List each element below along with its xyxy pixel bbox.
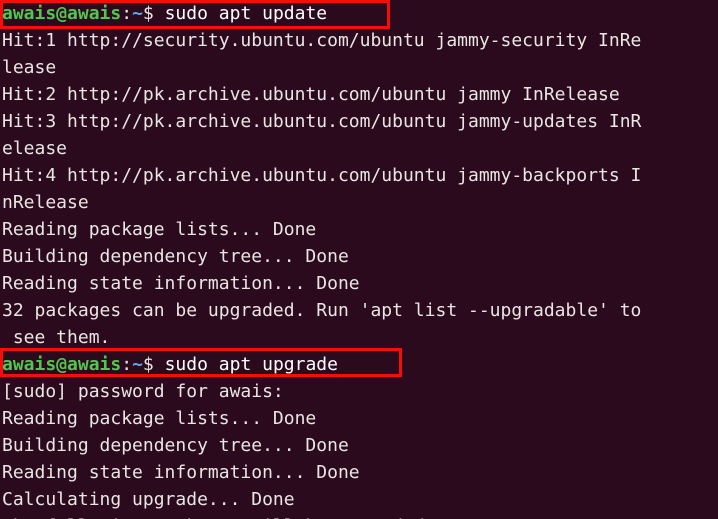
prompt-dollar-sign: $ (142, 3, 154, 24)
output-text: see them. (2, 327, 111, 348)
terminal-prompt-line: awais@awais:~$ sudo apt update (0, 0, 718, 27)
terminal-output-line: Hit:3 http://pk.archive.ubuntu.com/ubunt… (0, 108, 718, 135)
output-text: Reading state information... Done (2, 273, 360, 294)
terminal-output-line: see them. (0, 324, 718, 351)
output-text: lease (2, 57, 57, 78)
output-text: Reading package lists... Done (2, 408, 317, 429)
terminal-command[interactable]: sudo apt upgrade (154, 354, 338, 375)
prompt-separator: : (121, 3, 133, 24)
output-text: Building dependency tree... Done (2, 246, 349, 267)
terminal-window[interactable]: awais@awais:~$ sudo apt update Hit:1 http… (0, 0, 718, 519)
prompt-path: ~ (132, 354, 143, 375)
terminal-output-line: Hit:4 http://pk.archive.ubuntu.com/ubunt… (0, 162, 718, 189)
terminal-command[interactable]: sudo apt update (154, 3, 328, 24)
output-text: Reading package lists... Done (2, 219, 317, 240)
output-text: Calculating upgrade... Done (2, 489, 295, 510)
prompt-user-host: awais@awais (2, 3, 122, 24)
terminal-output-line: Hit:1 http://security.ubuntu.com/ubuntu … (0, 27, 718, 54)
terminal-output-line: Calculating upgrade... Done (0, 486, 718, 513)
prompt-separator: : (121, 354, 133, 375)
terminal-output-line: The following packages will be upgraded: (0, 513, 718, 519)
terminal-output-line: Building dependency tree... Done (0, 432, 718, 459)
terminal-output-line: nRelease (0, 189, 718, 216)
output-text: nRelease (2, 192, 89, 213)
output-text: Hit:1 http://security.ubuntu.com/ubuntu … (2, 30, 642, 51)
terminal-output-line: Reading package lists... Done (0, 216, 718, 243)
output-text: elease (2, 138, 68, 159)
terminal-output-area[interactable]: awais@awais:~$ sudo apt update Hit:1 http… (0, 0, 718, 519)
output-text: Hit:4 http://pk.archive.ubuntu.com/ubunt… (2, 165, 642, 186)
terminal-prompt-line: awais@awais:~$ sudo apt upgrade (0, 351, 718, 378)
terminal-output-line: 32 packages can be upgraded. Run 'apt li… (0, 297, 718, 324)
terminal-output-line: Reading state information... Done (0, 459, 718, 486)
output-text: Building dependency tree... Done (2, 435, 349, 456)
terminal-output-line: Reading state information... Done (0, 270, 718, 297)
output-text: Hit:3 http://pk.archive.ubuntu.com/ubunt… (2, 111, 642, 132)
terminal-output-line: elease (0, 135, 718, 162)
terminal-output-line: Hit:2 http://pk.archive.ubuntu.com/ubunt… (0, 81, 718, 108)
terminal-output-line: Reading package lists... Done (0, 405, 718, 432)
output-text: 32 packages can be upgraded. Run 'apt li… (2, 300, 642, 321)
prompt-path: ~ (132, 3, 143, 24)
terminal-output-line: [sudo] password for awais: (0, 378, 718, 405)
output-text: [sudo] password for awais: (2, 381, 284, 402)
prompt-user-host: awais@awais (2, 354, 122, 375)
output-text: Hit:2 http://pk.archive.ubuntu.com/ubunt… (2, 84, 620, 105)
prompt-dollar-sign: $ (142, 354, 154, 375)
terminal-output-line: lease (0, 54, 718, 81)
terminal-output-line: Building dependency tree... Done (0, 243, 718, 270)
output-text: Reading state information... Done (2, 462, 360, 483)
